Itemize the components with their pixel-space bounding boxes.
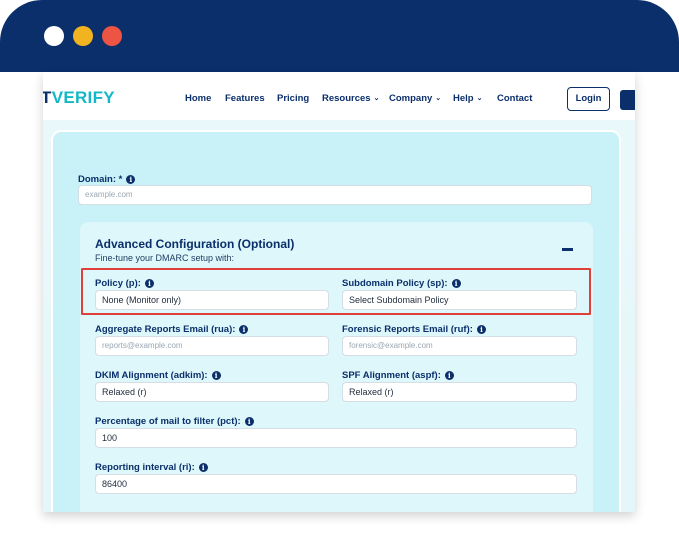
top-nav: TVERIFY Home Features Pricing Resources ⌄… [43, 72, 635, 120]
info-icon[interactable]: i [476, 325, 486, 334]
nav-link-label: Help [453, 93, 474, 104]
info-icon[interactable]: i [198, 463, 208, 472]
logo-accent: VERIFY [51, 88, 115, 107]
chevron-down-icon: ⌄ [476, 95, 483, 102]
chevron-down-icon: ⌄ [435, 95, 442, 102]
nav-link-label: Company [389, 93, 433, 104]
ri-label-text: Reporting interval (ri): [95, 462, 195, 473]
info-icon[interactable]: i [126, 175, 136, 184]
info-icon[interactable]: i [211, 371, 221, 380]
domain-label-text: Domain: * [78, 174, 123, 185]
logo-prefix: T [43, 88, 52, 107]
aspf-label: SPF Alignment (aspf): i [342, 370, 454, 381]
pct-label: Percentage of mail to filter (pct): i [95, 416, 254, 427]
login-button[interactable]: Login [567, 87, 610, 111]
ruf-label-text: Forensic Reports Email (ruf): [342, 324, 473, 335]
pct-input[interactable]: 100 [95, 428, 577, 448]
browser-title-bar [0, 0, 679, 72]
adkim-label-text: DKIM Alignment (adkim): [95, 370, 208, 381]
site-logo[interactable]: TVERIFY [43, 89, 115, 107]
nav-link-label: Home [185, 93, 212, 104]
nav-link-features[interactable]: Features [225, 93, 265, 104]
adkim-select[interactable]: Relaxed (r) [95, 382, 329, 402]
nav-link-label: Resources [322, 93, 371, 104]
signup-button[interactable] [620, 90, 635, 110]
rua-label-text: Aggregate Reports Email (rua): [95, 324, 236, 335]
aspf-select[interactable]: Relaxed (r) [342, 382, 577, 402]
nav-link-contact[interactable]: Contact [497, 93, 532, 104]
browser-viewport: TVERIFY Home Features Pricing Resources ⌄… [43, 72, 635, 512]
nav-link-label: Features [225, 93, 265, 104]
ruf-input[interactable]: forensic@example.com [342, 336, 577, 356]
advanced-config-title: Advanced Configuration (Optional) [95, 237, 295, 251]
nav-link-resources[interactable]: Resources ⌄ [322, 93, 379, 104]
adkim-label: DKIM Alignment (adkim): i [95, 370, 221, 381]
nav-link-pricing[interactable]: Pricing [277, 93, 309, 104]
collapse-minus-icon[interactable] [562, 248, 573, 251]
domain-input[interactable]: example.com [78, 185, 592, 205]
window-minimize-dot[interactable] [73, 26, 93, 46]
highlight-box [81, 268, 591, 315]
nav-link-home[interactable]: Home [185, 93, 211, 104]
info-icon[interactable]: i [244, 417, 254, 426]
page-background: Domain: * i example.com Advanced Configur… [43, 120, 635, 512]
ri-label: Reporting interval (ri): i [95, 462, 208, 473]
advanced-config-subtitle: Fine-tune your DMARC setup with: [95, 253, 235, 263]
info-icon[interactable]: i [239, 325, 249, 334]
window-close-dot[interactable] [44, 26, 64, 46]
ruf-label: Forensic Reports Email (ruf): i [342, 324, 486, 335]
window-maximize-dot[interactable] [102, 26, 122, 46]
rua-label: Aggregate Reports Email (rua): i [95, 324, 249, 335]
nav-link-label: Pricing [277, 93, 310, 104]
domain-label: Domain: * i [78, 174, 136, 185]
nav-link-label: Contact [497, 93, 533, 104]
nav-link-company[interactable]: Company ⌄ [389, 93, 441, 104]
pct-label-text: Percentage of mail to filter (pct): [95, 416, 241, 427]
rua-input[interactable]: reports@example.com [95, 336, 329, 356]
aspf-label-text: SPF Alignment (aspf): [342, 370, 441, 381]
info-icon[interactable]: i [444, 371, 454, 380]
nav-link-help[interactable]: Help ⌄ [453, 93, 482, 104]
ri-input[interactable]: 86400 [95, 474, 577, 494]
chevron-down-icon: ⌄ [373, 95, 380, 102]
